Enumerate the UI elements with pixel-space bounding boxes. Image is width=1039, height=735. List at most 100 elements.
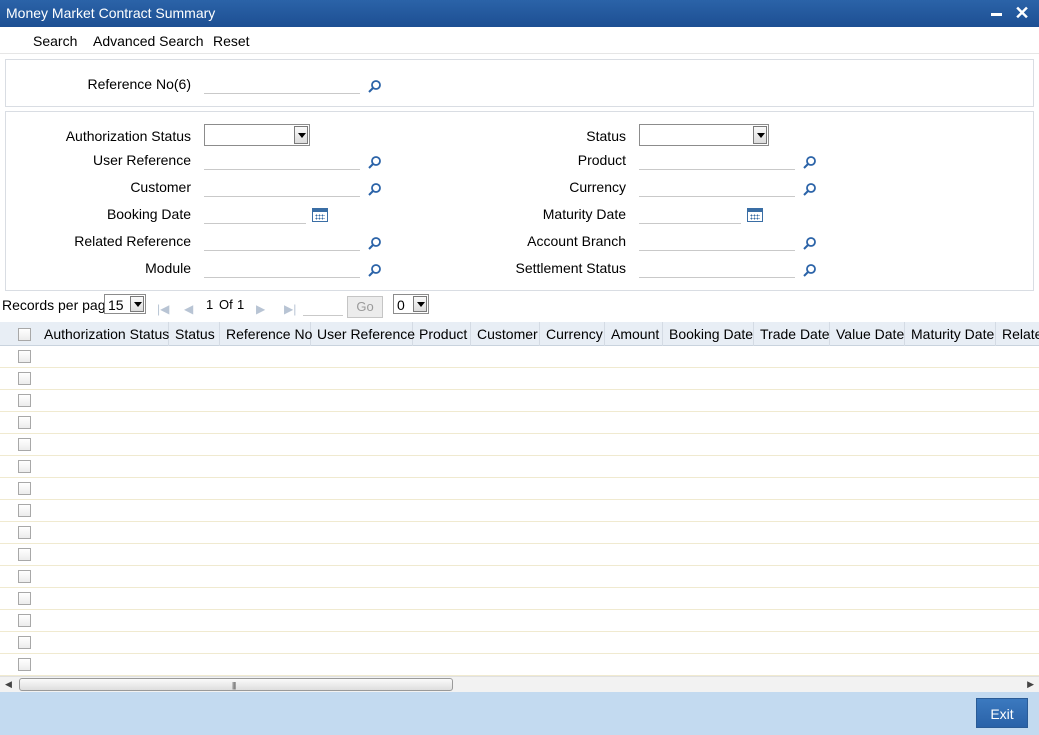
close-icon[interactable]: ✕ — [1013, 4, 1031, 22]
calendar-icon[interactable] — [747, 208, 763, 222]
module-label: Module — [145, 260, 191, 276]
go-button[interactable]: Go — [347, 296, 383, 318]
authorization-status-select[interactable] — [204, 124, 310, 146]
table-row[interactable] — [0, 434, 1039, 456]
search-icon[interactable] — [803, 236, 817, 250]
column-header[interactable]: Currency — [540, 322, 605, 346]
search-icon[interactable] — [803, 263, 817, 277]
scrollbar-thumb[interactable]: ||| — [19, 678, 453, 691]
search-icon[interactable] — [368, 182, 382, 196]
column-header[interactable]: Booking Date — [663, 322, 754, 346]
footer-bar: Exit — [0, 692, 1039, 735]
row-checkbox[interactable] — [18, 548, 31, 561]
row-checkbox[interactable] — [18, 350, 31, 363]
module-input[interactable] — [204, 258, 360, 278]
reference-no-label: Reference No(6) — [87, 76, 192, 92]
column-header[interactable]: Trade Date — [754, 322, 830, 346]
product-input[interactable] — [639, 150, 795, 170]
table-row[interactable] — [0, 456, 1039, 478]
maturity-date-input[interactable] — [639, 204, 741, 224]
prev-page-icon[interactable]: ◀ — [184, 302, 193, 316]
scroll-right-icon[interactable]: ▶ — [1027, 679, 1034, 690]
page-jump-input[interactable] — [303, 296, 343, 316]
user-reference-input[interactable] — [204, 150, 360, 170]
next-page-icon[interactable]: ▶ — [256, 302, 265, 316]
horizontal-scrollbar[interactable]: ◀ ||| ▶ — [0, 676, 1039, 692]
page-jump-select[interactable]: 0 — [393, 294, 429, 314]
criteria-panel: Authorization Status User Reference Cust… — [5, 111, 1034, 291]
status-select[interactable] — [639, 124, 769, 146]
related-reference-input[interactable] — [204, 231, 360, 251]
row-checkbox[interactable] — [18, 482, 31, 495]
booking-date-input[interactable] — [204, 204, 306, 224]
account-branch-input[interactable] — [639, 231, 795, 251]
column-header[interactable]: Reference No — [220, 322, 312, 346]
table-row[interactable] — [0, 412, 1039, 434]
search-icon[interactable] — [368, 155, 382, 169]
dropdown-arrow-icon — [130, 296, 144, 312]
table-row[interactable] — [0, 610, 1039, 632]
table-row[interactable] — [0, 522, 1039, 544]
currency-label: Currency — [569, 179, 626, 195]
customer-input[interactable] — [204, 177, 360, 197]
customer-label: Customer — [130, 179, 191, 195]
table-row[interactable] — [0, 654, 1039, 676]
records-per-page-select[interactable]: 15 — [104, 294, 146, 314]
column-header[interactable]: Customer — [471, 322, 540, 346]
column-header[interactable]: User Reference — [311, 322, 415, 346]
row-checkbox[interactable] — [18, 504, 31, 517]
user-reference-label: User Reference — [92, 152, 191, 168]
search-icon[interactable] — [803, 182, 817, 196]
row-checkbox[interactable] — [18, 658, 31, 671]
advanced-search-button[interactable]: Advanced Search — [93, 33, 204, 49]
column-header[interactable]: Value Date — [830, 322, 905, 346]
last-page-icon[interactable]: ▶| — [284, 302, 296, 316]
search-icon[interactable] — [368, 79, 382, 93]
product-label: Product — [577, 152, 626, 168]
select-all-checkbox[interactable] — [18, 328, 31, 341]
row-checkbox[interactable] — [18, 372, 31, 385]
table-row[interactable] — [0, 368, 1039, 390]
column-header[interactable]: Product — [413, 322, 471, 346]
row-checkbox[interactable] — [18, 460, 31, 473]
scroll-left-icon[interactable]: ◀ — [5, 679, 12, 690]
search-icon[interactable] — [803, 155, 817, 169]
table-row[interactable] — [0, 588, 1039, 610]
column-header[interactable]: Relate — [996, 322, 1039, 346]
row-checkbox[interactable] — [18, 614, 31, 627]
title-bar: Money Market Contract Summary ✕ — [0, 0, 1039, 27]
column-header[interactable]: Status — [169, 322, 220, 346]
related-reference-label: Related Reference — [74, 233, 191, 249]
row-checkbox[interactable] — [18, 526, 31, 539]
window-title: Money Market Contract Summary — [6, 5, 216, 21]
table-row[interactable] — [0, 544, 1039, 566]
column-header[interactable]: Maturity Date — [905, 322, 996, 346]
table-row[interactable] — [0, 632, 1039, 654]
column-header[interactable]: Authorization Status — [38, 322, 169, 346]
column-header[interactable]: Amount — [605, 322, 663, 346]
exit-button[interactable]: Exit — [976, 698, 1028, 728]
authorization-status-label: Authorization Status — [65, 128, 191, 144]
row-checkbox[interactable] — [18, 570, 31, 583]
calendar-icon[interactable] — [312, 208, 328, 222]
row-checkbox[interactable] — [18, 394, 31, 407]
reference-no-input[interactable] — [204, 74, 360, 94]
currency-input[interactable] — [639, 177, 795, 197]
row-checkbox[interactable] — [18, 438, 31, 451]
settlement-status-input[interactable] — [639, 258, 795, 278]
reset-button[interactable]: Reset — [213, 33, 250, 49]
search-button[interactable]: Search — [33, 33, 77, 49]
table-row[interactable] — [0, 390, 1039, 412]
status-label: Status — [586, 128, 626, 144]
table-row[interactable] — [0, 566, 1039, 588]
row-checkbox[interactable] — [18, 636, 31, 649]
table-row[interactable] — [0, 346, 1039, 368]
first-page-icon[interactable]: |◀ — [157, 302, 169, 316]
row-checkbox[interactable] — [18, 416, 31, 429]
table-row[interactable] — [0, 500, 1039, 522]
table-row[interactable] — [0, 478, 1039, 500]
search-icon[interactable] — [368, 263, 382, 277]
row-checkbox[interactable] — [18, 592, 31, 605]
search-icon[interactable] — [368, 236, 382, 250]
minimize-icon[interactable] — [991, 13, 1002, 16]
